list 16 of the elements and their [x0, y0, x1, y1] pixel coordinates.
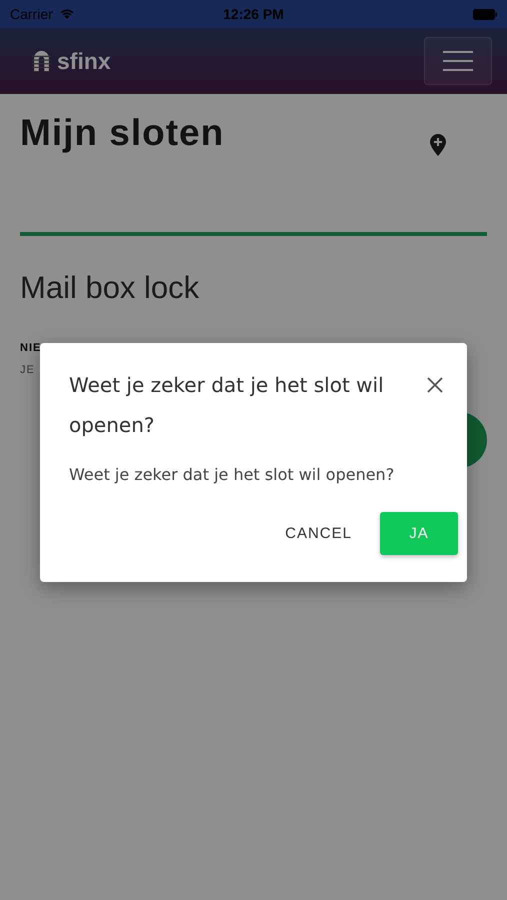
- brand-name: sfinx: [57, 48, 111, 74]
- dialog-button[interactable]: CANCEL: [269, 512, 368, 555]
- dialog-title: Weet je zeker dat je het slot wil openen?: [69, 372, 385, 439]
- clock-time: 12:26 PM: [223, 6, 284, 22]
- carrier-label: Carrier: [10, 6, 53, 22]
- add-location-icon[interactable]: [430, 134, 446, 156]
- logo-icon: [32, 49, 51, 73]
- close-icon[interactable]: [427, 377, 443, 393]
- lock-name: Mail box lock: [20, 270, 200, 306]
- page-title: Mijn sloten: [20, 112, 224, 154]
- lock-hint: JE: [20, 364, 36, 376]
- dialog-message: Weet je zeker dat je het slot wil openen?: [69, 465, 396, 484]
- wifi-icon: [58, 8, 75, 20]
- lock-status: NIE: [20, 342, 42, 354]
- battery-icon: [473, 8, 497, 20]
- menu-icon: [443, 50, 473, 72]
